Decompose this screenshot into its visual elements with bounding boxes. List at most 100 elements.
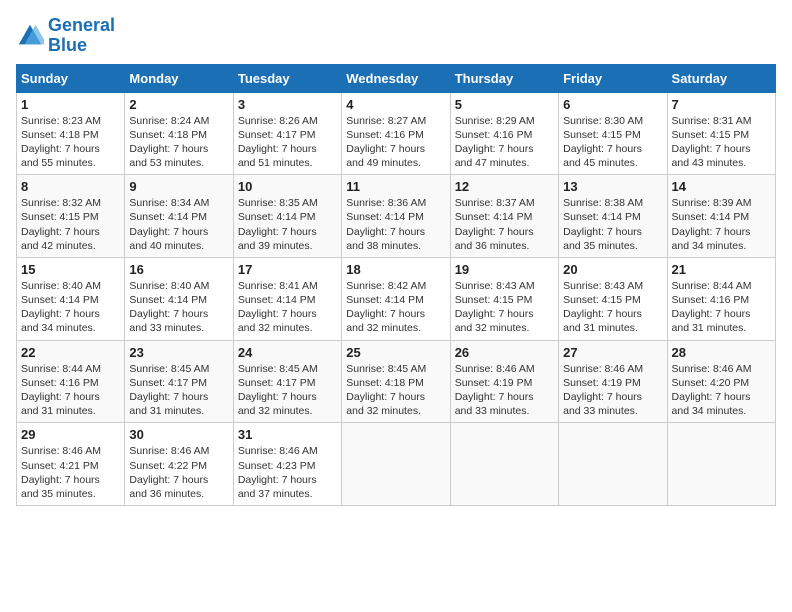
daylight-minutes: and 43 minutes.: [672, 157, 747, 169]
day-number: 9: [129, 179, 228, 194]
weekday-header-monday: Monday: [125, 64, 233, 92]
daylight-minutes: and 31 minutes.: [129, 405, 204, 417]
sunrise-label: Sunrise: 8:43 AM: [563, 280, 643, 292]
calendar-cell: [450, 423, 558, 506]
day-info: Sunrise: 8:39 AM Sunset: 4:14 PM Dayligh…: [672, 196, 771, 253]
calendar-cell: 11 Sunrise: 8:36 AM Sunset: 4:14 PM Dayl…: [342, 175, 450, 258]
daylight-minutes: and 31 minutes.: [21, 405, 96, 417]
calendar-cell: 17 Sunrise: 8:41 AM Sunset: 4:14 PM Dayl…: [233, 257, 341, 340]
daylight-label: Daylight: 7 hours: [238, 474, 317, 486]
calendar-cell: 27 Sunrise: 8:46 AM Sunset: 4:19 PM Dayl…: [559, 340, 667, 423]
day-number: 17: [238, 262, 337, 277]
calendar-cell: 16 Sunrise: 8:40 AM Sunset: 4:14 PM Dayl…: [125, 257, 233, 340]
sunset-label: Sunset: 4:14 PM: [21, 294, 99, 306]
sunset-label: Sunset: 4:19 PM: [563, 377, 641, 389]
daylight-minutes: and 49 minutes.: [346, 157, 421, 169]
daylight-label: Daylight: 7 hours: [672, 308, 751, 320]
daylight-minutes: and 32 minutes.: [238, 322, 313, 334]
daylight-label: Daylight: 7 hours: [672, 226, 751, 238]
day-info: Sunrise: 8:27 AM Sunset: 4:16 PM Dayligh…: [346, 114, 445, 171]
sunrise-label: Sunrise: 8:46 AM: [238, 445, 318, 457]
calendar-cell: 29 Sunrise: 8:46 AM Sunset: 4:21 PM Dayl…: [17, 423, 125, 506]
logo: General Blue: [16, 16, 115, 56]
daylight-minutes: and 32 minutes.: [346, 322, 421, 334]
sunset-label: Sunset: 4:17 PM: [238, 377, 316, 389]
day-number: 11: [346, 179, 445, 194]
calendar-cell: 9 Sunrise: 8:34 AM Sunset: 4:14 PM Dayli…: [125, 175, 233, 258]
day-info: Sunrise: 8:43 AM Sunset: 4:15 PM Dayligh…: [563, 279, 662, 336]
sunrise-label: Sunrise: 8:37 AM: [455, 197, 535, 209]
daylight-minutes: and 33 minutes.: [563, 405, 638, 417]
sunset-label: Sunset: 4:14 PM: [455, 211, 533, 223]
calendar-cell: 24 Sunrise: 8:45 AM Sunset: 4:17 PM Dayl…: [233, 340, 341, 423]
daylight-minutes: and 36 minutes.: [129, 488, 204, 500]
daylight-minutes: and 38 minutes.: [346, 240, 421, 252]
calendar-cell: [342, 423, 450, 506]
calendar-cell: 4 Sunrise: 8:27 AM Sunset: 4:16 PM Dayli…: [342, 92, 450, 175]
sunset-label: Sunset: 4:21 PM: [21, 460, 99, 472]
calendar-cell: 8 Sunrise: 8:32 AM Sunset: 4:15 PM Dayli…: [17, 175, 125, 258]
daylight-minutes: and 35 minutes.: [563, 240, 638, 252]
daylight-minutes: and 51 minutes.: [238, 157, 313, 169]
day-info: Sunrise: 8:35 AM Sunset: 4:14 PM Dayligh…: [238, 196, 337, 253]
daylight-label: Daylight: 7 hours: [455, 391, 534, 403]
sunset-label: Sunset: 4:14 PM: [346, 211, 424, 223]
sunrise-label: Sunrise: 8:32 AM: [21, 197, 101, 209]
day-info: Sunrise: 8:45 AM Sunset: 4:17 PM Dayligh…: [129, 362, 228, 419]
sunset-label: Sunset: 4:16 PM: [21, 377, 99, 389]
daylight-minutes: and 42 minutes.: [21, 240, 96, 252]
day-number: 12: [455, 179, 554, 194]
day-number: 31: [238, 427, 337, 442]
daylight-label: Daylight: 7 hours: [21, 226, 100, 238]
day-info: Sunrise: 8:46 AM Sunset: 4:22 PM Dayligh…: [129, 444, 228, 501]
calendar-cell: 19 Sunrise: 8:43 AM Sunset: 4:15 PM Dayl…: [450, 257, 558, 340]
sunset-label: Sunset: 4:15 PM: [563, 294, 641, 306]
sunset-label: Sunset: 4:14 PM: [129, 211, 207, 223]
calendar-cell: 12 Sunrise: 8:37 AM Sunset: 4:14 PM Dayl…: [450, 175, 558, 258]
sunset-label: Sunset: 4:15 PM: [563, 129, 641, 141]
day-info: Sunrise: 8:41 AM Sunset: 4:14 PM Dayligh…: [238, 279, 337, 336]
daylight-label: Daylight: 7 hours: [563, 308, 642, 320]
sunset-label: Sunset: 4:23 PM: [238, 460, 316, 472]
day-info: Sunrise: 8:45 AM Sunset: 4:18 PM Dayligh…: [346, 362, 445, 419]
sunrise-label: Sunrise: 8:24 AM: [129, 115, 209, 127]
calendar-cell: 6 Sunrise: 8:30 AM Sunset: 4:15 PM Dayli…: [559, 92, 667, 175]
day-number: 20: [563, 262, 662, 277]
day-number: 2: [129, 97, 228, 112]
day-info: Sunrise: 8:24 AM Sunset: 4:18 PM Dayligh…: [129, 114, 228, 171]
sunset-label: Sunset: 4:14 PM: [238, 211, 316, 223]
calendar-cell: 13 Sunrise: 8:38 AM Sunset: 4:14 PM Dayl…: [559, 175, 667, 258]
day-info: Sunrise: 8:46 AM Sunset: 4:20 PM Dayligh…: [672, 362, 771, 419]
day-info: Sunrise: 8:40 AM Sunset: 4:14 PM Dayligh…: [129, 279, 228, 336]
daylight-minutes: and 35 minutes.: [21, 488, 96, 500]
sunrise-label: Sunrise: 8:45 AM: [129, 363, 209, 375]
daylight-label: Daylight: 7 hours: [455, 226, 534, 238]
day-info: Sunrise: 8:23 AM Sunset: 4:18 PM Dayligh…: [21, 114, 120, 171]
sunrise-label: Sunrise: 8:30 AM: [563, 115, 643, 127]
sunrise-label: Sunrise: 8:46 AM: [672, 363, 752, 375]
daylight-minutes: and 33 minutes.: [455, 405, 530, 417]
daylight-label: Daylight: 7 hours: [346, 226, 425, 238]
daylight-label: Daylight: 7 hours: [672, 391, 751, 403]
calendar-cell: 26 Sunrise: 8:46 AM Sunset: 4:19 PM Dayl…: [450, 340, 558, 423]
daylight-label: Daylight: 7 hours: [455, 143, 534, 155]
daylight-label: Daylight: 7 hours: [129, 308, 208, 320]
sunrise-label: Sunrise: 8:39 AM: [672, 197, 752, 209]
daylight-label: Daylight: 7 hours: [563, 226, 642, 238]
sunrise-label: Sunrise: 8:41 AM: [238, 280, 318, 292]
sunset-label: Sunset: 4:16 PM: [672, 294, 750, 306]
daylight-label: Daylight: 7 hours: [238, 143, 317, 155]
day-number: 16: [129, 262, 228, 277]
daylight-minutes: and 32 minutes.: [346, 405, 421, 417]
daylight-label: Daylight: 7 hours: [346, 308, 425, 320]
sunrise-label: Sunrise: 8:43 AM: [455, 280, 535, 292]
daylight-minutes: and 34 minutes.: [21, 322, 96, 334]
daylight-label: Daylight: 7 hours: [455, 308, 534, 320]
day-number: 5: [455, 97, 554, 112]
sunset-label: Sunset: 4:17 PM: [129, 377, 207, 389]
calendar-cell: 25 Sunrise: 8:45 AM Sunset: 4:18 PM Dayl…: [342, 340, 450, 423]
day-number: 23: [129, 345, 228, 360]
calendar-cell: 1 Sunrise: 8:23 AM Sunset: 4:18 PM Dayli…: [17, 92, 125, 175]
sunset-label: Sunset: 4:14 PM: [672, 211, 750, 223]
day-number: 26: [455, 345, 554, 360]
